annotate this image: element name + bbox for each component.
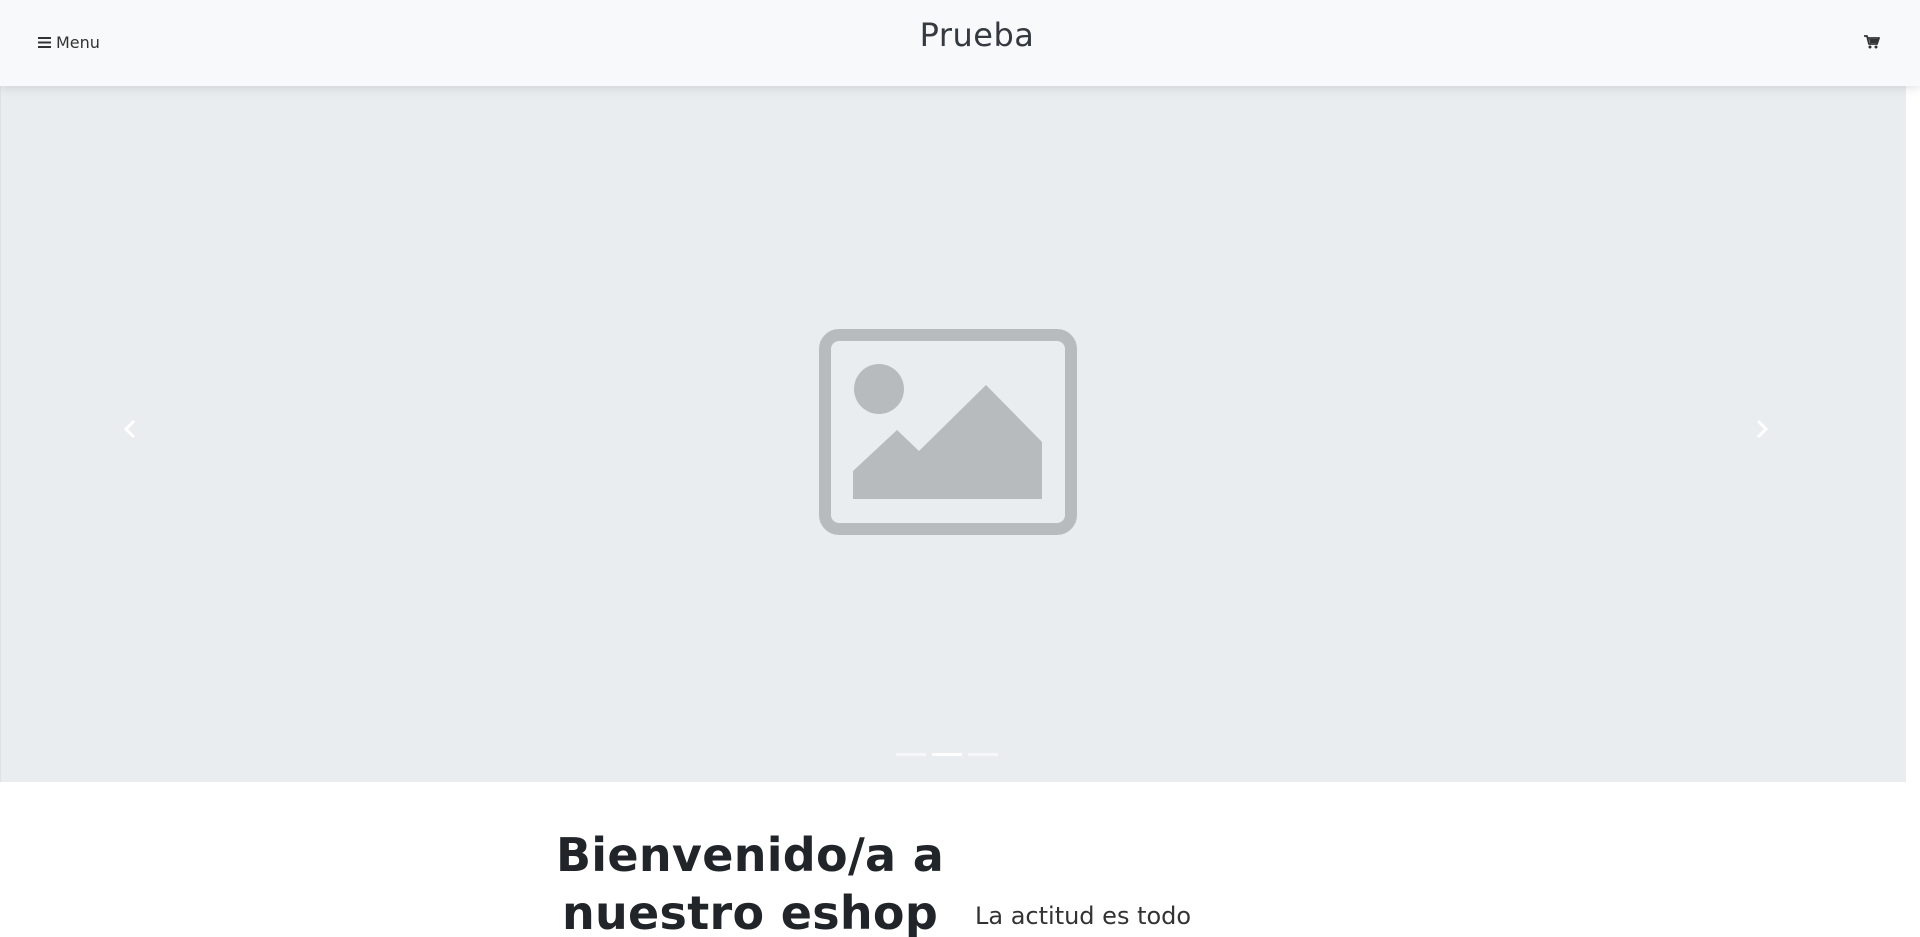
carousel-prev-button[interactable] bbox=[115, 411, 145, 451]
carousel-indicator-2[interactable] bbox=[932, 753, 962, 756]
carousel-indicator-3[interactable] bbox=[968, 753, 998, 756]
carousel-next-button[interactable] bbox=[1747, 411, 1777, 451]
carousel-indicators bbox=[896, 753, 998, 756]
shopping-cart-icon bbox=[1864, 34, 1880, 53]
welcome-heading-line1: Bienvenido/a a bbox=[555, 828, 945, 882]
welcome-heading: Bienvenido/a a nuestro eshop bbox=[540, 826, 960, 937]
welcome-heading-line2: nuestro eshop bbox=[561, 886, 939, 937]
scrollbar[interactable] bbox=[1906, 0, 1920, 937]
chevron-right-icon bbox=[1755, 419, 1769, 443]
navbar: Menu Prueba bbox=[0, 0, 1920, 86]
tagline: La actitud es todo bbox=[975, 902, 1192, 930]
chevron-left-icon bbox=[123, 419, 137, 443]
brand-title: Prueba bbox=[0, 16, 1920, 54]
brand-link[interactable]: Prueba bbox=[920, 16, 1035, 54]
hero-carousel bbox=[0, 86, 1906, 782]
image-placeholder-icon bbox=[819, 329, 1077, 535]
cart-button[interactable] bbox=[1864, 34, 1884, 52]
page: Menu Prueba Bienvenido/a a nuestro eshop… bbox=[0, 0, 1920, 937]
carousel-indicator-1[interactable] bbox=[896, 753, 926, 756]
